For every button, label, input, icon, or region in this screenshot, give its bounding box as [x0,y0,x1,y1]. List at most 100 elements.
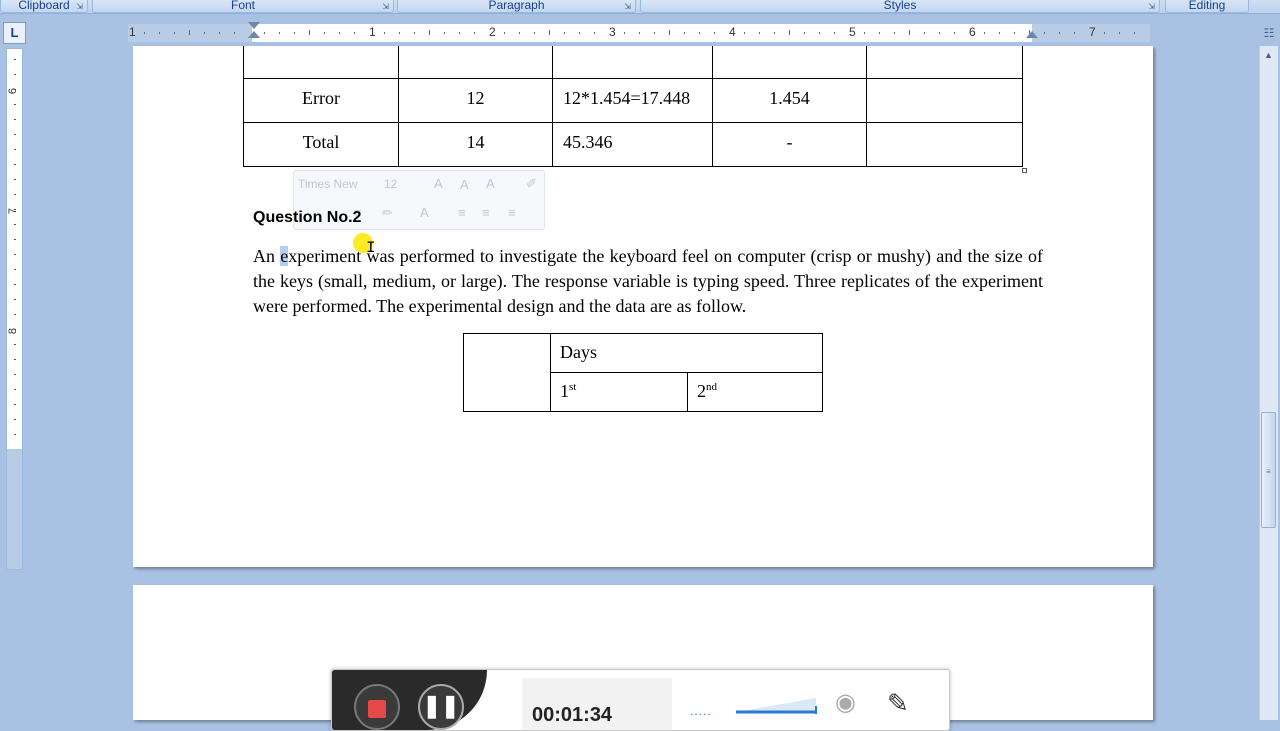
ruler-tick [14,284,16,285]
table-cell[interactable] [243,46,399,79]
ruler-tick [14,314,16,315]
table-cell[interactable]: - [712,122,867,167]
table-cell[interactable]: Total [243,122,399,167]
table-cell[interactable]: 12*1.454=17.448 [552,78,713,123]
stop-button[interactable] [354,684,400,730]
format-painter-icon[interactable]: ✐ [526,176,537,192]
grow-font-icon[interactable]: A [434,176,443,191]
table-resize-handle[interactable] [1022,168,1027,173]
ruler-tick [14,179,16,180]
highlight-icon[interactable]: ✏ [382,205,393,221]
ruler-tick [549,30,550,35]
days-table[interactable]: Days 1st 2nd [463,333,823,412]
dialog-launcher-icon[interactable]: ⇲ [624,1,631,12]
f-cell [867,79,1022,88]
ruler-tick [14,329,16,330]
ruler-number: 7 [1089,25,1096,39]
bullets-icon[interactable]: ≡ [508,205,516,220]
table-cell[interactable] [552,46,713,79]
pause-button[interactable]: ❚❚ [418,684,464,730]
view-ruler-icon[interactable]: ☷ [1261,26,1277,42]
ruler-tick [294,32,295,34]
scrollbar-thumb[interactable]: ≡ [1261,412,1276,528]
table-cell[interactable] [712,46,867,79]
shrink-font-icon[interactable]: A [460,177,469,192]
anova-table[interactable]: Error 12 12*1.454=17.448 1.454 Total 14 … [243,46,1023,167]
tab-selector-button[interactable]: L [3,22,26,44]
ribbon-group-styles[interactable]: Styles ⇲ [640,0,1160,13]
table-cell[interactable]: Days [550,333,823,373]
timer-box: 00:01:34 [522,678,672,730]
ribbon-group-label: Editing [1188,0,1226,12]
table-cell[interactable]: 12 [398,78,553,123]
vertical-ruler[interactable]: 6 7 8 [6,48,23,570]
paragraph-text: An [253,246,281,266]
horizontal-ruler[interactable]: 1 1 2 3 4 5 6 7 [128,22,1150,42]
table-cell[interactable]: Error [243,78,399,123]
text-style-icon[interactable]: A [486,176,495,191]
scroll-up-arrow-icon[interactable]: ▲ [1264,50,1273,60]
webcam-icon[interactable]: ◉ [835,688,856,717]
source-cell: Error [302,88,340,108]
table-cell[interactable] [866,122,1023,167]
ruler-tick [864,32,865,34]
table-cell[interactable] [866,78,1023,123]
ribbon-group-paragraph[interactable]: Paragraph ⇲ [397,0,636,13]
df-cell: 12 [466,88,485,108]
ruler-tick [939,32,940,34]
table-cell[interactable]: 1st [550,372,688,412]
pen-icon[interactable]: ✎ [887,688,909,719]
font-name-box[interactable]: Times New [298,177,370,193]
ruler-tick [834,32,835,34]
tab-stop-icon: L [10,25,19,40]
ruler-tick [14,74,16,75]
increase-indent-icon[interactable]: ≡ [482,205,490,220]
ruler-tick [14,149,16,150]
dialog-launcher-icon[interactable]: ⇲ [1148,1,1155,12]
df-cell: 14 [466,132,485,152]
ruler-tick [14,104,16,105]
ribbon-group-font[interactable]: Font ⇲ [92,0,394,13]
dialog-launcher-icon[interactable]: ⇲ [76,1,83,12]
ruler-tick [774,32,775,34]
right-indent-marker[interactable] [1026,31,1038,38]
day-number: 2 [697,381,706,401]
ribbon-group-label: Paragraph [488,0,545,12]
table-cell[interactable]: 2nd [687,372,823,412]
ruler-tick [429,30,430,35]
volume-slider[interactable] [736,696,818,714]
dialog-launcher-icon[interactable]: ⇲ [382,1,389,12]
first-line-indent-marker[interactable] [248,22,260,29]
font-size-box[interactable]: 12 [384,177,408,193]
ruler-margin-area [7,449,22,569]
ruler-tick [954,32,955,34]
vertical-scrollbar[interactable]: ▲ ≡ [1259,46,1278,720]
table-cell[interactable]: 45.346 [552,122,713,167]
ruler-tick [759,32,760,34]
table-cell[interactable] [463,333,551,412]
ribbon-group-editing[interactable]: Editing [1165,0,1249,13]
table-cell[interactable] [866,46,1023,79]
ruler-tick [264,32,265,34]
ruler-tick [684,32,685,34]
ribbon-group-label: Clipboard [18,0,70,12]
table-cell[interactable]: 14 [398,122,553,167]
ruler-tick [324,32,325,34]
table-row: Days [463,333,823,412]
hanging-indent-marker[interactable] [248,31,260,38]
ruler-tick [14,194,16,195]
table-cell[interactable] [398,46,553,79]
table-row [243,46,1023,79]
ruler-tick [14,419,16,420]
document-page[interactable]: Error 12 12*1.454=17.448 1.454 Total 14 … [133,46,1153,567]
ribbon-group-label: Font [230,0,255,12]
source-cell: Total [302,132,340,152]
ruler-tick [909,30,910,35]
ruler-tick [14,434,16,435]
ribbon-group-clipboard[interactable]: Clipboard ⇲ [0,0,88,13]
ruler-tick [879,32,880,34]
table-cell[interactable]: 1.454 [712,78,867,123]
decrease-indent-icon[interactable]: ≡ [458,205,466,220]
font-color-icon[interactable]: A [420,205,429,220]
ruler-tick [14,299,16,300]
